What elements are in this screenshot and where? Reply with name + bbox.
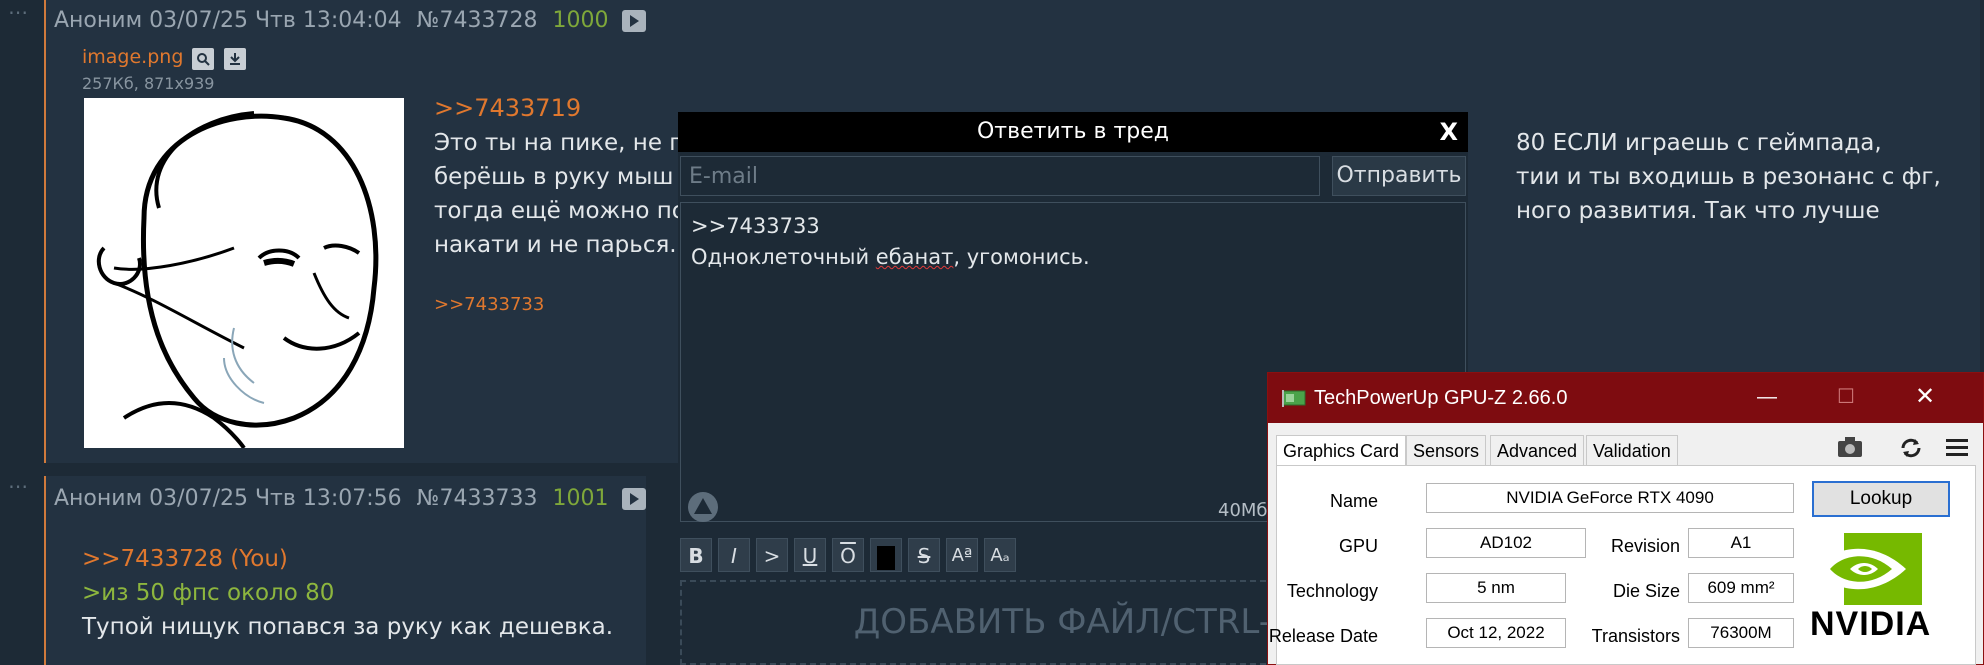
camera-icon[interactable] [1836, 435, 1864, 463]
spoiler-icon [877, 545, 895, 570]
gpu-card-icon [1282, 388, 1306, 412]
backlink[interactable]: >>7433733 [434, 294, 544, 315]
post-count: 1000 [552, 8, 609, 33]
file-meta: 257Кб, 871x939 [82, 74, 215, 93]
spoiler-button[interactable] [870, 538, 902, 572]
technology-field[interactable]: 5 nm [1426, 573, 1566, 603]
maximize-button[interactable]: ☐ [1807, 373, 1885, 423]
underline-button[interactable]: U [794, 538, 826, 572]
reply-form-title: Ответить в тред [976, 119, 1169, 144]
post-menu-dots[interactable]: ⋯ [8, 0, 30, 24]
post-body: Это ты на пике, не п берёшь в руку мыш т… [434, 130, 686, 258]
play-icon[interactable] [621, 10, 646, 32]
size-limit-label: 40Мб [1218, 500, 1268, 521]
tab-advanced[interactable]: Advanced [1490, 435, 1585, 467]
close-button[interactable]: X [1439, 112, 1458, 152]
name-label: Name [1329, 491, 1378, 511]
post-count: 1001 [552, 486, 609, 511]
gpuz-title: TechPowerUp GPU-Z 2.66.0 [1314, 387, 1568, 409]
post-header: Аноним 03/07/25 Чтв 13:04:04 №7433728 10… [54, 8, 646, 33]
tab-sensors[interactable]: Sensors [1406, 435, 1487, 467]
revision-field[interactable]: A1 [1688, 528, 1794, 558]
post-number[interactable]: №7433733 [417, 486, 538, 511]
gpu-label: GPU [1338, 536, 1378, 556]
nvidia-logo-icon [1816, 533, 1934, 609]
play-icon[interactable] [621, 488, 646, 510]
search-icon[interactable] [192, 47, 215, 70]
download-icon[interactable] [223, 47, 246, 70]
post-header: Аноним 03/07/25 Чтв 13:07:56 №7433733 10… [54, 486, 646, 511]
technology-label: Technology [1286, 581, 1378, 601]
overline-button[interactable]: O [832, 538, 864, 572]
misspelled-word[interactable]: ебанат [876, 245, 954, 269]
superscript-button[interactable]: Aª [946, 538, 978, 572]
subscript-button[interactable]: Aₐ [984, 538, 1016, 572]
reply-link[interactable]: >>7433719 [434, 94, 581, 122]
transistors-label: Transistors [1591, 626, 1680, 646]
reply-form-titlebar[interactable]: Ответить в тред X [678, 112, 1468, 152]
release-date-label: Release Date [1268, 626, 1378, 646]
email-field[interactable] [680, 156, 1320, 196]
post-date: 03/07/25 Чтв 13:04:04 [149, 8, 402, 33]
file-name-link[interactable]: image.png [82, 46, 183, 68]
lookup-button[interactable]: Lookup [1812, 481, 1950, 517]
post: Аноним 03/07/25 Чтв 13:07:56 №7433733 10… [44, 476, 646, 665]
die-size-label: Die Size [1612, 581, 1680, 601]
transistors-field[interactable]: 76300M [1688, 618, 1794, 648]
post-body-continued: 80 ЕСЛИ играешь с геймпада, тии и ты вхо… [1516, 130, 1941, 224]
nvidia-logo-text: NVIDIA [1810, 605, 1932, 643]
bold-button[interactable]: B [680, 538, 712, 572]
menu-icon[interactable] [1944, 437, 1970, 463]
post-author: Аноним [54, 486, 143, 511]
reply-link[interactable]: >>7433728 (You) [82, 542, 613, 576]
strike-button[interactable]: S [908, 538, 940, 572]
post-body: >>7433728 (You) >из 50 фпс около 80 Тупо… [82, 542, 613, 644]
name-field[interactable]: NVIDIA GeForce RTX 4090 [1426, 483, 1794, 513]
gpu-field[interactable]: AD102 [1426, 528, 1586, 558]
post-menu-dots[interactable]: ⋯ [8, 474, 30, 498]
sage-icon[interactable] [686, 490, 720, 528]
tab-validation[interactable]: Validation [1586, 435, 1678, 467]
send-button[interactable]: Отправить [1332, 156, 1466, 196]
gpuz-titlebar[interactable]: TechPowerUp GPU-Z 2.66.0 — ☐ ✕ [1268, 373, 1983, 423]
release-date-field[interactable]: Oct 12, 2022 [1426, 618, 1566, 648]
post-image[interactable] [84, 98, 404, 450]
italic-button[interactable]: I [718, 538, 750, 572]
quote-button[interactable]: > [756, 538, 788, 572]
minimize-button[interactable]: — [1728, 373, 1806, 423]
close-button[interactable]: ✕ [1886, 373, 1964, 423]
revision-label: Revision [1610, 536, 1680, 556]
tab-graphics-card[interactable]: Graphics Card [1276, 435, 1407, 467]
post-number[interactable]: №7433728 [417, 8, 538, 33]
die-size-field[interactable]: 609 mm² [1688, 573, 1794, 603]
refresh-icon[interactable] [1898, 435, 1924, 465]
file-info: image.png [82, 46, 246, 70]
gpuz-window: TechPowerUp GPU-Z 2.66.0 — ☐ ✕ Graphics … [1267, 372, 1984, 665]
post-date: 03/07/25 Чтв 13:07:56 [149, 486, 402, 511]
post-author: Аноним [54, 8, 143, 33]
greentext: >из 50 фпс около 80 [82, 580, 335, 606]
